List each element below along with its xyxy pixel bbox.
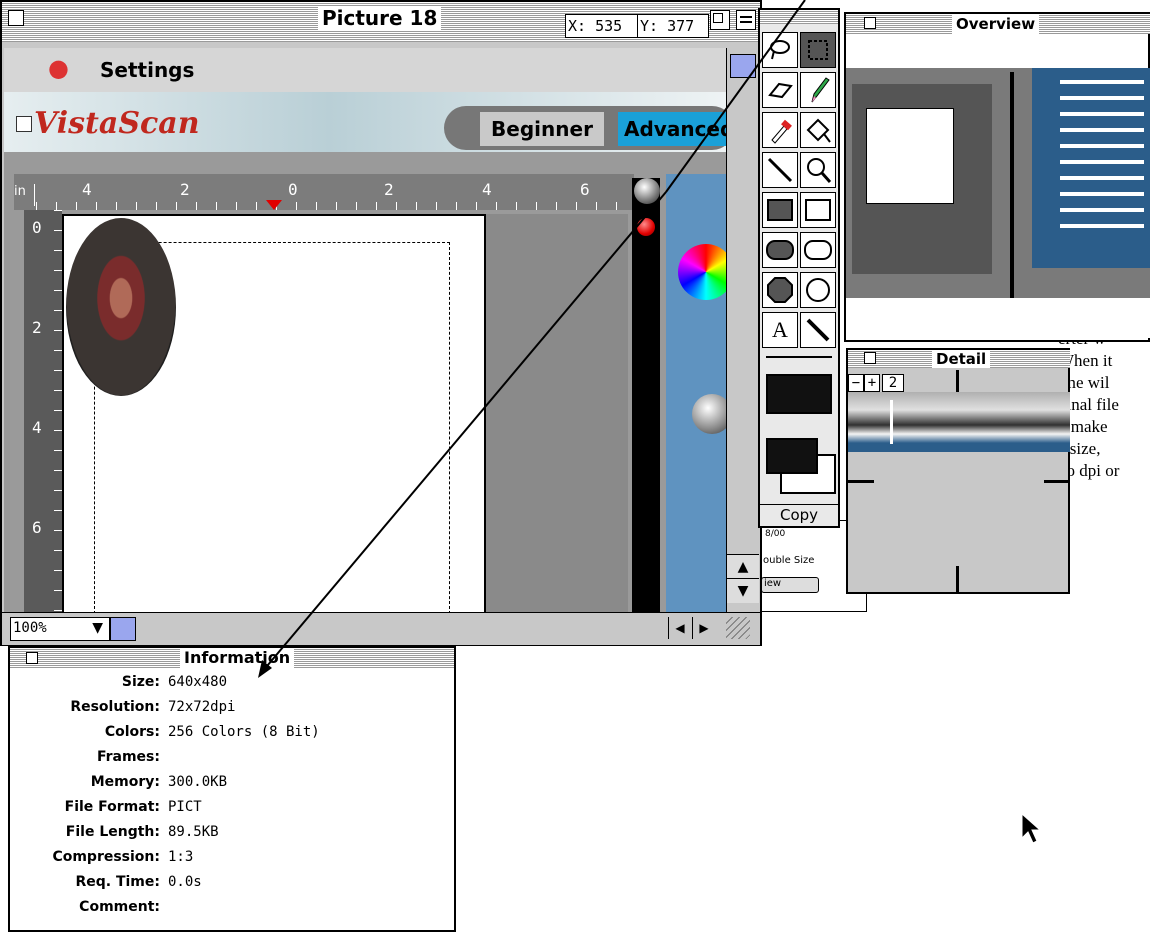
- annotation-lines: [258, 0, 806, 678]
- mouse-pointer-icon: [1021, 812, 1042, 844]
